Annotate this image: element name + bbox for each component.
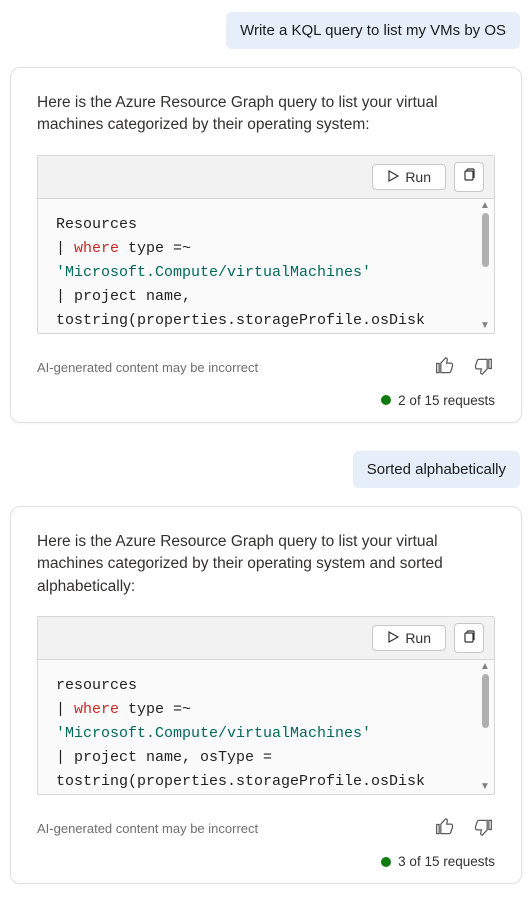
scrollbar[interactable]: ▲ ▼ — [478, 199, 492, 333]
assistant-intro-text: Here is the Azure Resource Graph query t… — [37, 531, 495, 598]
copy-icon — [462, 168, 476, 185]
chat-column: Write a KQL query to list my VMs by OS H… — [0, 0, 532, 922]
play-icon — [387, 630, 399, 646]
ai-disclaimer-text: AI-generated content may be incorrect — [37, 360, 258, 375]
thumbs-down-icon — [473, 817, 493, 840]
code-toolbar: Run — [38, 617, 494, 660]
usage-text: 2 of 15 requests — [398, 393, 495, 408]
code-block: Run Resources | where type =~ 'Microsoft… — [37, 155, 495, 334]
assistant-message-card: Here is the Azure Resource Graph query t… — [10, 67, 522, 423]
usage-row: 2 of 15 requests — [37, 393, 495, 408]
status-dot-icon — [381, 395, 391, 405]
scroll-down-icon[interactable]: ▼ — [480, 782, 490, 792]
scroll-down-icon[interactable]: ▼ — [480, 321, 490, 331]
scrollbar[interactable]: ▲ ▼ — [478, 660, 492, 794]
card-footer: AI-generated content may be incorrect — [37, 354, 495, 381]
run-button[interactable]: Run — [372, 164, 446, 190]
thumbs-down-button[interactable] — [471, 354, 495, 381]
assistant-message-card: Here is the Azure Resource Graph query t… — [10, 506, 522, 884]
thumbs-up-button[interactable] — [433, 815, 457, 842]
code-toolbar: Run — [38, 156, 494, 199]
scroll-thumb[interactable] — [482, 674, 489, 728]
code-block: Run resources | where type =~ 'Microsoft… — [37, 616, 495, 795]
run-button-label: Run — [405, 630, 431, 646]
thumbs-up-icon — [435, 356, 455, 379]
user-message: Sorted alphabetically — [353, 451, 520, 488]
status-dot-icon — [381, 857, 391, 867]
code-body-wrap: Resources | where type =~ 'Microsoft.Com… — [38, 199, 494, 333]
code-body[interactable]: resources | where type =~ 'Microsoft.Com… — [38, 660, 494, 794]
card-footer: AI-generated content may be incorrect — [37, 815, 495, 842]
thumbs-down-icon — [473, 356, 493, 379]
thumbs-down-button[interactable] — [471, 815, 495, 842]
feedback-icons — [433, 354, 495, 381]
scroll-up-icon[interactable]: ▲ — [480, 662, 490, 672]
thumbs-up-icon — [435, 817, 455, 840]
copy-icon — [462, 630, 476, 647]
copy-button[interactable] — [454, 623, 484, 653]
scroll-up-icon[interactable]: ▲ — [480, 201, 490, 211]
code-body[interactable]: Resources | where type =~ 'Microsoft.Com… — [38, 199, 494, 333]
run-button[interactable]: Run — [372, 625, 446, 651]
feedback-icons — [433, 815, 495, 842]
thumbs-up-button[interactable] — [433, 354, 457, 381]
ai-disclaimer-text: AI-generated content may be incorrect — [37, 821, 258, 836]
assistant-intro-text: Here is the Azure Resource Graph query t… — [37, 92, 495, 137]
usage-row: 3 of 15 requests — [37, 854, 495, 869]
user-message: Write a KQL query to list my VMs by OS — [226, 12, 520, 49]
code-body-wrap: resources | where type =~ 'Microsoft.Com… — [38, 660, 494, 794]
play-icon — [387, 169, 399, 185]
usage-text: 3 of 15 requests — [398, 854, 495, 869]
scroll-thumb[interactable] — [482, 213, 489, 267]
run-button-label: Run — [405, 169, 431, 185]
copy-button[interactable] — [454, 162, 484, 192]
